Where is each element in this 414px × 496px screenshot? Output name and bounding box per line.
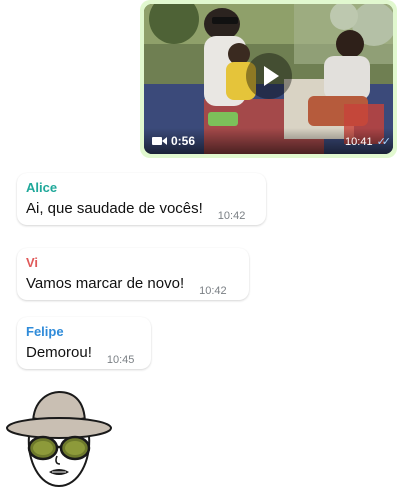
- sunhat-sunglasses-face-sticker[interactable]: [3, 388, 115, 492]
- message-time: 10:45: [106, 354, 135, 366]
- video-camera-icon: [152, 137, 167, 145]
- video-duration-label: 0:56: [171, 134, 196, 148]
- incoming-message-bubble[interactable]: Felipe Demorou! 10:45: [17, 317, 151, 369]
- video-duration: 0:56: [152, 134, 195, 148]
- video-thumbnail[interactable]: 0:56 10:41 ✓✓: [144, 4, 393, 154]
- message-time: 10:42: [217, 210, 246, 222]
- message-text: Vamos marcar de novo!: [26, 275, 185, 292]
- chat-view: 0:56 10:41 ✓✓ Alice Ai, que saudade de v…: [0, 0, 414, 496]
- message-text: Ai, que saudade de vocês!: [26, 200, 203, 217]
- video-message-meta: 10:41 ✓✓: [345, 135, 392, 149]
- sender-name[interactable]: Vi: [26, 255, 240, 271]
- message-time: 10:42: [199, 285, 227, 297]
- video-message-time: 10:41: [345, 135, 373, 148]
- video-message-bubble[interactable]: 0:56 10:41 ✓✓: [140, 0, 397, 158]
- play-button[interactable]: [245, 53, 292, 99]
- double-check-icon: ✓✓: [376, 136, 392, 148]
- incoming-message-bubble[interactable]: Vi Vamos marcar de novo! 10:42: [17, 248, 249, 300]
- sender-name[interactable]: Alice: [26, 180, 257, 196]
- message-text: Demorou!: [26, 344, 92, 361]
- sender-name[interactable]: Felipe: [26, 324, 142, 340]
- incoming-message-bubble[interactable]: Alice Ai, que saudade de vocês! 10:42: [17, 173, 266, 225]
